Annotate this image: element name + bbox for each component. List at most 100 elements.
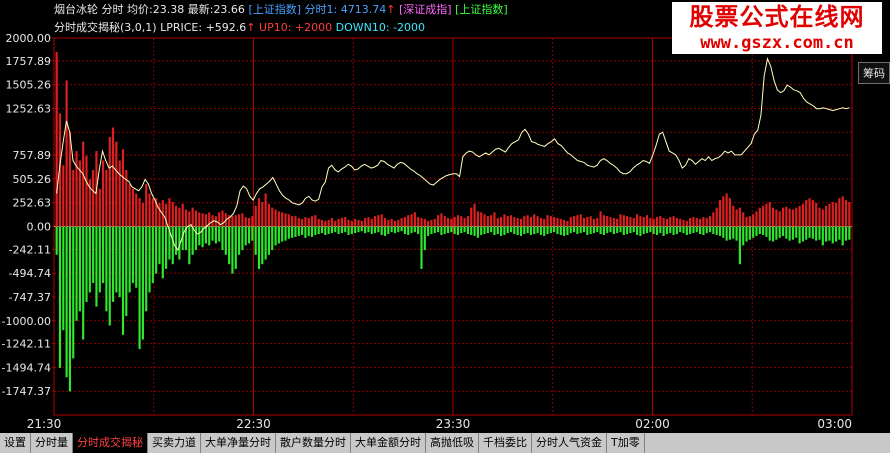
bar-negative — [191, 226, 194, 255]
bar-negative — [165, 226, 168, 269]
bar-negative — [72, 226, 75, 359]
bar-positive — [559, 218, 562, 227]
tab-6[interactable]: 大单金额分时 — [351, 433, 426, 453]
bar-positive — [181, 203, 184, 227]
bar-positive — [543, 218, 546, 227]
bar-positive — [427, 220, 430, 227]
bar-positive — [606, 216, 609, 227]
index-value-label: 分时1: — [304, 3, 338, 16]
bar-negative — [420, 226, 423, 269]
bar-positive — [599, 211, 602, 227]
bar-negative — [105, 226, 108, 312]
bar-negative — [417, 226, 420, 235]
bar-negative — [413, 226, 416, 233]
bar-negative — [645, 226, 649, 234]
tab-0[interactable]: 设置 — [0, 433, 31, 453]
bar-negative — [466, 226, 470, 235]
tab-2[interactable]: 分时成交揭秘 — [73, 433, 148, 453]
bar-negative — [370, 226, 373, 235]
bar-positive — [811, 200, 814, 227]
bar-negative — [699, 226, 702, 235]
bar-positive — [370, 218, 373, 227]
x-tick-label: 21:30 — [27, 417, 62, 431]
bar-positive — [728, 198, 732, 227]
tab-8[interactable]: 千档委比 — [479, 433, 532, 453]
bar-positive — [652, 218, 655, 227]
bar-positive — [685, 220, 688, 227]
bar-positive — [261, 202, 264, 227]
bar-negative — [818, 226, 821, 240]
y-tick-label: 0.00 — [27, 221, 52, 234]
bar-positive — [62, 165, 65, 227]
bar-positive — [682, 219, 685, 227]
index-link-1[interactable]: [上证指数] — [248, 3, 301, 16]
bar-positive — [171, 202, 174, 227]
bar-positive — [762, 205, 765, 227]
tab-10[interactable]: T加零 — [607, 433, 645, 453]
bar-positive — [513, 217, 516, 227]
bar-negative — [669, 226, 672, 234]
bar-positive — [251, 216, 254, 227]
lprice-up-arrow-icon: ↑ — [246, 21, 256, 34]
tab-9[interactable]: 分时人气资金 — [532, 433, 607, 453]
bar-negative — [543, 226, 546, 236]
chart-header: 烟台冰轮 分时 均价:23.38 最新:23.66 [上证指数] 分时1: 47… — [54, 3, 508, 17]
tab-7[interactable]: 高抛低吸 — [426, 433, 479, 453]
bar-negative — [131, 226, 135, 284]
bar-positive — [572, 216, 576, 227]
chip-distribution-button[interactable]: 筹码 — [858, 62, 890, 84]
bar-negative — [410, 226, 413, 234]
bar-positive — [367, 217, 370, 227]
bar-positive — [758, 207, 761, 227]
bar-positive — [151, 198, 154, 227]
bar-negative — [128, 226, 131, 293]
bar-positive — [460, 216, 463, 227]
bar-negative — [284, 226, 287, 241]
bar-positive — [622, 215, 625, 227]
bar-positive — [417, 217, 420, 227]
bar-negative — [533, 226, 536, 235]
bar-negative — [546, 226, 549, 235]
bar-positive — [320, 219, 324, 227]
bar-negative — [161, 226, 164, 279]
bar-negative — [519, 226, 523, 236]
tab-5[interactable]: 散户数量分时 — [276, 433, 351, 453]
bar-negative — [62, 226, 65, 331]
bar-negative — [821, 226, 824, 246]
bar-positive — [357, 219, 360, 227]
bar-negative — [506, 226, 509, 234]
bar-positive — [65, 80, 68, 227]
bar-positive — [277, 211, 280, 227]
bar-negative — [155, 226, 158, 274]
bar-negative — [460, 226, 463, 234]
bar-negative — [795, 226, 798, 238]
bar-positive — [135, 193, 138, 227]
bar-negative — [364, 226, 367, 234]
bar-negative — [835, 226, 838, 242]
bar-negative — [340, 226, 343, 234]
bar-positive — [546, 215, 549, 227]
bar-negative — [390, 226, 393, 233]
tab-4[interactable]: 大单净量分时 — [201, 433, 276, 453]
bar-positive — [582, 218, 586, 227]
bar-positive — [423, 218, 426, 227]
bar-positive — [592, 218, 596, 227]
bar-negative — [118, 226, 121, 298]
bar-negative — [496, 226, 499, 235]
bar-negative — [708, 226, 712, 233]
bar-positive — [350, 220, 353, 227]
index-link-3[interactable]: [上证指数] — [455, 3, 508, 16]
bar-positive — [848, 202, 851, 227]
tab-1[interactable]: 分时量 — [31, 433, 73, 453]
bar-negative — [576, 226, 579, 235]
bar-positive — [271, 207, 274, 227]
index-link-2[interactable]: [深证成指] — [399, 3, 452, 16]
tab-3[interactable]: 买卖力道 — [148, 433, 201, 453]
bar-positive — [639, 216, 642, 227]
y-tick-label: -1000.00 — [2, 315, 51, 328]
bar-positive — [307, 218, 310, 227]
bar-positive — [98, 188, 101, 227]
bar-positive — [612, 218, 615, 227]
bar-negative — [251, 226, 254, 241]
bar-positive — [413, 212, 416, 227]
